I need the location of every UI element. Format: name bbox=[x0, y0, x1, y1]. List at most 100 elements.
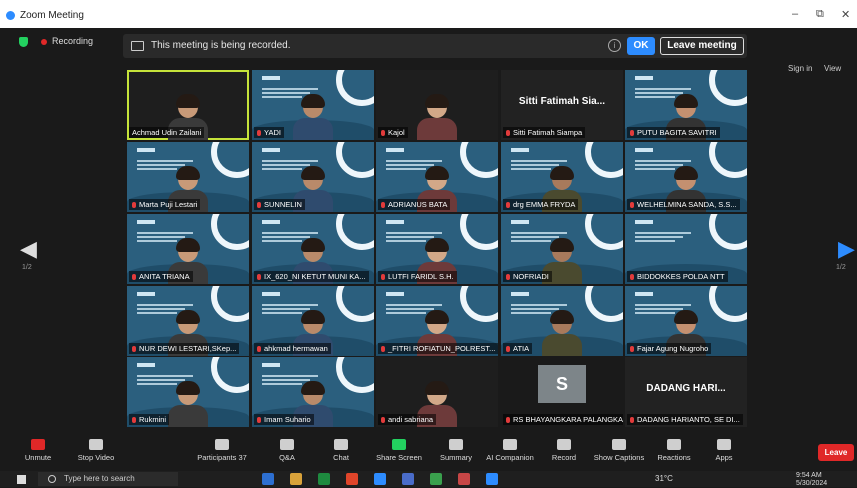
slide-text-line bbox=[262, 88, 318, 90]
participant-tile[interactable]: LUTFI FARIDL S.H. bbox=[376, 214, 498, 284]
share-screen-icon bbox=[392, 439, 406, 450]
windows-start-icon[interactable] bbox=[17, 475, 26, 484]
sign-in-link[interactable]: Sign in bbox=[788, 64, 812, 73]
ok-button[interactable]: OK bbox=[627, 37, 655, 55]
taskbar-search-box[interactable]: Type here to search bbox=[38, 472, 178, 486]
muted-mic-icon bbox=[506, 274, 510, 280]
summary-label: Summary bbox=[439, 453, 473, 462]
restore-button[interactable]: ⧉ bbox=[816, 8, 824, 21]
participant-name: SUNNELIN bbox=[264, 200, 302, 209]
zoom-logo-icon bbox=[6, 11, 15, 20]
photos-app-icon[interactable] bbox=[458, 473, 470, 485]
participant-name-label: IX_620_NI KETUT MUNI KA... bbox=[254, 271, 369, 282]
chat-button[interactable]: Chat bbox=[311, 436, 371, 462]
participant-tile[interactable]: ahkmad hermawan bbox=[252, 286, 374, 356]
participant-name: ADRIANUS BATA bbox=[388, 200, 448, 209]
stop-video-button[interactable]: Stop Video bbox=[66, 436, 126, 462]
slide-text-line bbox=[262, 232, 318, 234]
minimize-button[interactable]: – bbox=[792, 8, 798, 20]
muted-mic-icon bbox=[630, 202, 634, 208]
participant-name-label: Fajar Agung Nugroho bbox=[627, 343, 712, 354]
participant-tile[interactable]: ATIA bbox=[501, 286, 623, 356]
next-page-icon[interactable]: ▶ bbox=[838, 236, 855, 262]
muted-mic-icon bbox=[630, 130, 634, 136]
weather-label[interactable]: 31°C bbox=[655, 474, 673, 483]
muted-mic-icon bbox=[381, 274, 385, 280]
slide-logo-icon bbox=[635, 148, 653, 152]
apps-button[interactable]: Apps bbox=[694, 436, 754, 462]
participant-tile[interactable]: Rukmini bbox=[127, 357, 249, 427]
close-button[interactable]: ✕ bbox=[841, 8, 850, 21]
muted-mic-icon bbox=[630, 417, 634, 423]
participant-tile[interactable]: ANITA TRIANA bbox=[127, 214, 249, 284]
participants-button[interactable]: Participants 37 bbox=[192, 436, 252, 462]
share-screen-button[interactable]: Share Screen bbox=[369, 436, 429, 462]
share-screen-label: Share Screen bbox=[376, 453, 422, 462]
participant-tile[interactable]: andi sabriana bbox=[376, 357, 498, 427]
muted-mic-icon bbox=[506, 417, 510, 423]
page-indicator-left: 1/2 bbox=[22, 264, 32, 271]
file-explorer-icon[interactable] bbox=[290, 473, 302, 485]
participant-tile[interactable]: Marta Puji Lestari bbox=[127, 142, 249, 212]
slide-logo-icon bbox=[262, 363, 280, 367]
prev-page-icon[interactable]: ◀ bbox=[20, 236, 37, 262]
participant-tile[interactable]: PUTU BAGITA SAVITRI bbox=[625, 70, 747, 140]
participant-tile[interactable]: IX_620_NI KETUT MUNI KA... bbox=[252, 214, 374, 284]
qa-button[interactable]: Q&A bbox=[257, 436, 317, 462]
slide-arc-decoration bbox=[585, 142, 623, 178]
slide-text-line bbox=[635, 308, 683, 310]
zoom-app-icon[interactable] bbox=[374, 473, 386, 485]
participant-name-label: Marta Puji Lestari bbox=[129, 199, 201, 210]
participant-tile[interactable]: NOFRIADI bbox=[501, 214, 623, 284]
summary-button[interactable]: Summary bbox=[426, 436, 486, 462]
chat-label: Chat bbox=[333, 453, 349, 462]
zoom-meeting-taskbar-icon[interactable] bbox=[486, 473, 498, 485]
participant-tile[interactable]: Achmad Udin Zailani bbox=[127, 70, 249, 140]
sheets-app-icon[interactable] bbox=[430, 473, 442, 485]
slide-logo-icon bbox=[511, 292, 529, 296]
system-clock[interactable]: 9:54 AM 5/30/2024 bbox=[796, 472, 827, 488]
participant-tile[interactable]: BIDDOKKES POLDA NTT bbox=[625, 214, 747, 284]
participant-tile[interactable]: drg EMMA FRYDA bbox=[501, 142, 623, 212]
slide-logo-icon bbox=[386, 220, 404, 224]
participant-tile[interactable]: SUNNELIN bbox=[252, 142, 374, 212]
participant-name: NUR DEWI LESTARI,SKep... bbox=[139, 344, 237, 353]
participant-tile[interactable]: NUR DEWI LESTARI,SKep... bbox=[127, 286, 249, 356]
recording-label[interactable]: Recording bbox=[52, 36, 93, 46]
captions-label: Show Captions bbox=[593, 453, 645, 462]
muted-mic-icon bbox=[630, 346, 634, 352]
participant-name: Achmad Udin Zailani bbox=[132, 128, 202, 137]
info-icon[interactable]: i bbox=[608, 39, 621, 52]
chrome-app-icon[interactable] bbox=[346, 473, 358, 485]
participant-tile[interactable]: _FITRI ROFIATUN_POLREST... bbox=[376, 286, 498, 356]
word-app-icon[interactable] bbox=[402, 473, 414, 485]
edge-app-icon[interactable] bbox=[262, 473, 274, 485]
participant-tile[interactable]: DADANG HARI... DADANG HARIANTO, SE DI... bbox=[625, 357, 747, 427]
ai-companion-button[interactable]: AI Companion bbox=[480, 436, 540, 462]
participant-tile[interactable]: WELHELMINA SANDA, S.S... bbox=[625, 142, 747, 212]
participant-tile[interactable]: ADRIANUS BATA bbox=[376, 142, 498, 212]
record-button[interactable]: Record bbox=[534, 436, 594, 462]
participant-tile[interactable]: Kajol bbox=[376, 70, 498, 140]
leave-button[interactable]: Leave bbox=[818, 444, 854, 461]
participant-tile[interactable]: Imam Suhario bbox=[252, 357, 374, 427]
muted-mic-icon bbox=[506, 202, 510, 208]
participant-tile[interactable]: S RS BHAYANGKARA PALANGKA... bbox=[501, 357, 623, 427]
participant-name: NOFRIADI bbox=[513, 272, 549, 281]
participant-tile[interactable]: Fajar Agung Nugroho bbox=[625, 286, 747, 356]
shield-icon[interactable] bbox=[19, 37, 28, 47]
muted-mic-icon bbox=[506, 130, 510, 136]
muted-mic-icon bbox=[381, 346, 385, 352]
leave-meeting-button[interactable]: Leave meeting bbox=[660, 37, 744, 55]
slide-logo-icon bbox=[262, 292, 280, 296]
participant-tile[interactable]: YADI bbox=[252, 70, 374, 140]
excel-app-icon[interactable] bbox=[318, 473, 330, 485]
slide-arc-decoration bbox=[336, 142, 374, 178]
participant-tile[interactable]: Sitti Fatimah Sia... Sitti Fatimah Siampa bbox=[501, 70, 623, 140]
recording-dot-icon bbox=[41, 39, 47, 45]
slide-text-line bbox=[386, 164, 434, 166]
show-captions-button[interactable]: Show Captions bbox=[589, 436, 649, 462]
slide-text-line bbox=[262, 160, 318, 162]
unmute-button[interactable]: Unmute bbox=[8, 436, 68, 462]
view-button[interactable]: View bbox=[824, 64, 841, 73]
